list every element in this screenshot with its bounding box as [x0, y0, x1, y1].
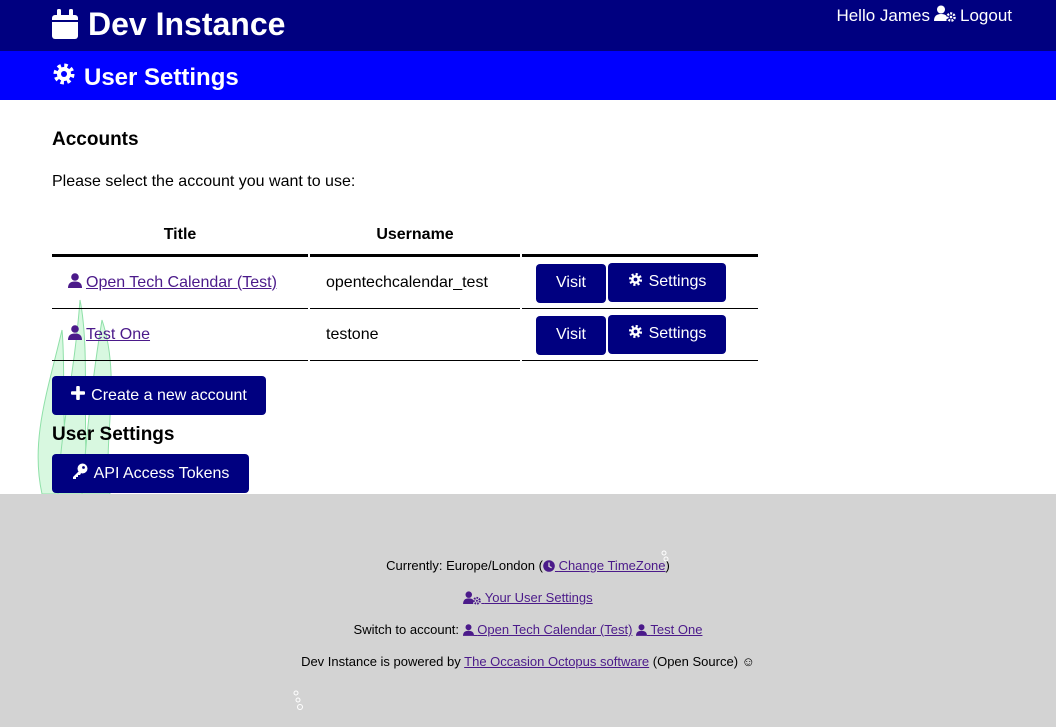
switch-account-label: Open Tech Calendar (Test) [477, 622, 633, 637]
table-cell-actions: Visit Settings [522, 309, 758, 361]
your-user-settings-label: Your User Settings [484, 590, 593, 605]
table-cell-username: testone [310, 309, 520, 361]
table-cell-actions: Visit Settings [522, 257, 758, 309]
clock-icon [543, 560, 555, 575]
site-footer: Currently: Europe/London ( Change TimeZo… [0, 494, 1056, 727]
accounts-intro: Please select the account you want to us… [52, 173, 356, 190]
user-gear-icon [934, 5, 956, 26]
page-header: User Settings [0, 51, 1056, 100]
api-access-tokens-button[interactable]: API Access Tokens [52, 454, 249, 493]
gear-icon [628, 324, 643, 344]
table-header-row: Title Username [52, 222, 758, 257]
user-icon [462, 624, 474, 639]
column-header-username: Username [310, 222, 520, 257]
table-cell-title: Open Tech Calendar (Test) [52, 257, 308, 309]
gear-icon [628, 272, 643, 292]
site-brand[interactable]: Dev Instance [52, 4, 285, 44]
page-title-text: User Settings [84, 63, 239, 91]
your-user-settings-link[interactable]: Your User Settings [463, 590, 593, 607]
account-link-label: Open Tech Calendar (Test) [86, 273, 277, 291]
user-gear-icon [463, 591, 482, 607]
logout-label: Logout [960, 5, 1012, 25]
main-content: Accounts Please select the account you w… [0, 100, 1056, 495]
powered-by-prefix: Dev Instance is powered by [301, 654, 461, 669]
calendar-icon [52, 9, 78, 39]
visit-button[interactable]: Visit [536, 315, 606, 355]
gear-icon [52, 62, 76, 93]
page-title: User Settings [52, 62, 239, 93]
column-header-actions [522, 222, 758, 257]
user-icon [636, 624, 648, 639]
plus-icon [71, 386, 86, 405]
table-cell-username: opentechcalendar_test [310, 257, 520, 309]
table-cell-title: Test One [52, 309, 308, 361]
user-icon [68, 272, 82, 293]
occasion-octopus-link[interactable]: The Occasion Octopus software [464, 654, 649, 669]
change-timezone-link[interactable]: Change TimeZone [543, 558, 666, 573]
accounts-table: Title Username Open Tech Calendar (Test) [52, 222, 758, 361]
logout-link[interactable]: Logout [934, 5, 1012, 26]
bubbles-decoration [661, 550, 669, 562]
create-account-button[interactable]: Create a new account [52, 376, 266, 415]
switch-account-prefix: Switch to account: [353, 622, 460, 637]
user-settings-line: Your User Settings [0, 590, 1056, 607]
powered-by-line: Dev Instance is powered by The Occasion … [0, 654, 1056, 669]
user-settings-heading: User Settings [52, 424, 175, 445]
user-bar: Hello James Logout [836, 5, 1012, 26]
accounts-heading: Accounts [52, 129, 139, 150]
visit-button[interactable]: Visit [536, 263, 606, 303]
table-row: Test One testone Visit Settings [52, 309, 758, 361]
timezone-prefix: Currently: Europe/London ( [386, 558, 543, 573]
change-timezone-label: Change TimeZone [558, 558, 666, 573]
account-link-label: Test One [86, 325, 151, 343]
bubbles-decoration [293, 690, 303, 710]
switch-account-label: Test One [650, 622, 703, 637]
timezone-line: Currently: Europe/London ( Change TimeZo… [0, 558, 1056, 575]
site-header: Dev Instance Hello James Logout [0, 0, 1056, 51]
account-link[interactable]: Open Tech Calendar (Test) [68, 272, 277, 293]
greeting-text: Hello James [836, 5, 930, 25]
account-settings-button[interactable]: Settings [608, 262, 726, 302]
api-access-tokens-label: API Access Tokens [93, 464, 230, 482]
column-header-title: Title [52, 222, 308, 257]
account-settings-button[interactable]: Settings [608, 314, 726, 354]
account-link[interactable]: Test One [68, 324, 151, 345]
account-settings-label: Settings [648, 273, 707, 290]
site-title: Dev Instance [88, 5, 286, 42]
powered-by-suffix: (Open Source) ☺ [652, 654, 755, 669]
user-icon [68, 324, 82, 345]
switch-account-link[interactable]: Test One [636, 622, 702, 637]
create-account-label: Create a new account [91, 386, 247, 404]
switch-account-link[interactable]: Open Tech Calendar (Test) [462, 622, 633, 639]
table-row: Open Tech Calendar (Test) opentechcalend… [52, 257, 758, 309]
account-settings-label: Settings [648, 325, 707, 342]
key-icon [72, 463, 88, 484]
switch-account-line: Switch to account: Open Tech Calendar (T… [0, 622, 1056, 639]
